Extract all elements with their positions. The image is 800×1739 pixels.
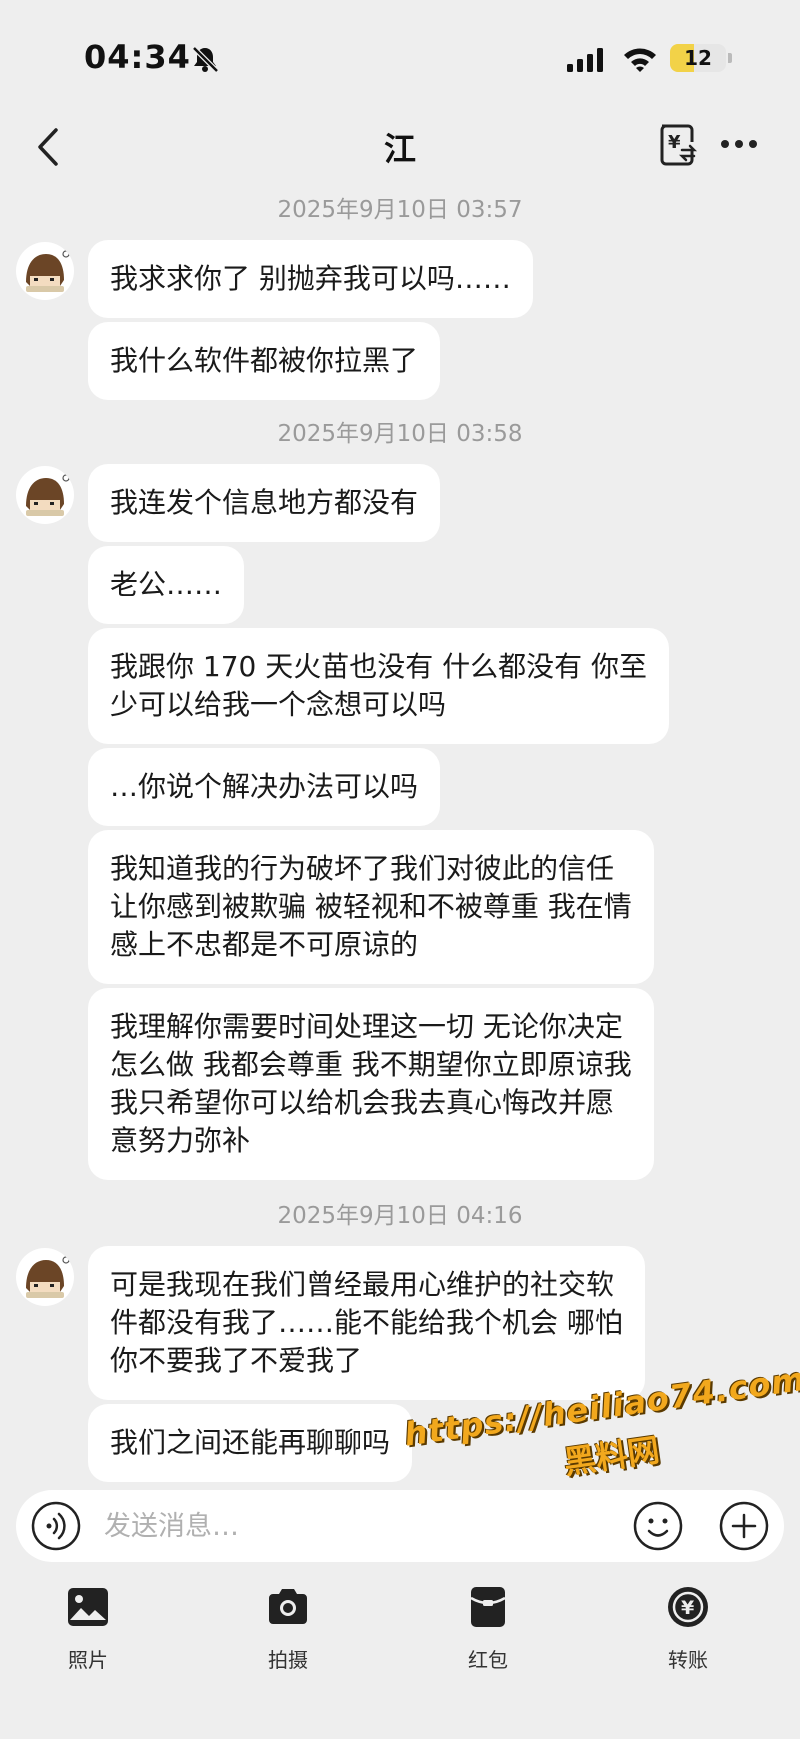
tool-label: 转账 bbox=[668, 1648, 708, 1672]
message-timestamp: 2025年9月10日 03:57 bbox=[277, 197, 523, 223]
voice-icon[interactable] bbox=[30, 1500, 82, 1552]
yuan-transfer-icon[interactable]: ¥ bbox=[656, 122, 698, 168]
photo-icon bbox=[68, 1588, 108, 1626]
battery-cap bbox=[728, 53, 732, 63]
tool-label: 拍摄 bbox=[268, 1648, 308, 1672]
svg-text:¥: ¥ bbox=[681, 1597, 694, 1619]
message-bubble[interactable]: 我知道我的行为破坏了我们对彼此的信任 让你感到被欺骗 被轻视和不被尊重 我在情 … bbox=[88, 830, 654, 984]
transfer-coin-icon: ¥ bbox=[668, 1587, 708, 1627]
tool-label: 照片 bbox=[68, 1648, 108, 1672]
message-bubble[interactable]: …你说个解决办法可以吗 bbox=[88, 748, 441, 826]
avatar[interactable] bbox=[16, 466, 74, 524]
chat-toolbar: 照片 拍摄 红包 ¥ 转账 bbox=[0, 1580, 800, 1700]
message-bubble[interactable]: 我理解你需要时间处理这一切 无论你决定 怎么做 我都会尊重 我不期望你立即原谅我… bbox=[88, 988, 654, 1180]
message-bubble[interactable]: 老公…… bbox=[88, 546, 245, 624]
add-icon[interactable] bbox=[718, 1500, 770, 1552]
emoji-icon[interactable] bbox=[632, 1500, 684, 1552]
chat-header: 江 ¥ bbox=[0, 110, 800, 190]
wifi-icon bbox=[624, 48, 656, 72]
battery-level: 12 bbox=[684, 46, 712, 70]
svg-text:¥: ¥ bbox=[668, 132, 681, 153]
message-bubble[interactable]: 我连发个信息地方都没有 bbox=[88, 464, 441, 542]
avatar[interactable] bbox=[16, 242, 74, 300]
tool-red-packet[interactable]: 红包 bbox=[428, 1580, 548, 1690]
camera-icon bbox=[269, 1589, 307, 1624]
message-bubble[interactable]: 可是我现在我们曾经最用心维护的社交软 件都没有我了……能不能给我个机会 哪怕 你… bbox=[88, 1246, 645, 1400]
message-bubble[interactable]: 我跟你 170 天火苗也没有 什么都没有 你至 少可以给我一个念想可以吗 bbox=[88, 628, 670, 744]
chat-title: 江 bbox=[383, 130, 416, 168]
bell-muted-icon bbox=[192, 46, 219, 73]
battery-indicator: 12 bbox=[670, 44, 726, 72]
chevron-left-icon[interactable] bbox=[30, 122, 70, 172]
message-bubble[interactable]: 我什么软件都被你拉黑了 bbox=[88, 322, 441, 400]
message-input-bar bbox=[16, 1490, 784, 1562]
avatar-image bbox=[26, 1256, 70, 1298]
avatar[interactable] bbox=[16, 1248, 74, 1306]
status-time: 04:34 bbox=[84, 38, 191, 76]
message-input[interactable] bbox=[104, 1502, 624, 1550]
message-timestamp: 2025年9月10日 03:58 bbox=[277, 421, 523, 447]
more-dots-icon[interactable] bbox=[718, 132, 760, 156]
cellular-signal-icon bbox=[567, 48, 603, 72]
avatar-image bbox=[26, 474, 70, 516]
watermark-site-name: 黑料网 bbox=[561, 1430, 662, 1482]
tool-transfer[interactable]: ¥ 转账 bbox=[628, 1580, 748, 1690]
message-timestamp: 2025年9月10日 04:16 bbox=[277, 1203, 523, 1229]
tool-photo[interactable]: 照片 bbox=[28, 1580, 148, 1690]
message-bubble[interactable]: 我们之间还能再聊聊吗 bbox=[88, 1404, 413, 1482]
message-bubble[interactable]: 我求求你了 别抛弃我可以吗…… bbox=[88, 240, 533, 318]
tool-camera[interactable]: 拍摄 bbox=[228, 1580, 348, 1690]
avatar-image bbox=[26, 250, 70, 292]
tool-label: 红包 bbox=[468, 1648, 508, 1672]
status-bar: 04:34 12 bbox=[0, 0, 800, 110]
red-packet-icon bbox=[470, 1587, 506, 1627]
